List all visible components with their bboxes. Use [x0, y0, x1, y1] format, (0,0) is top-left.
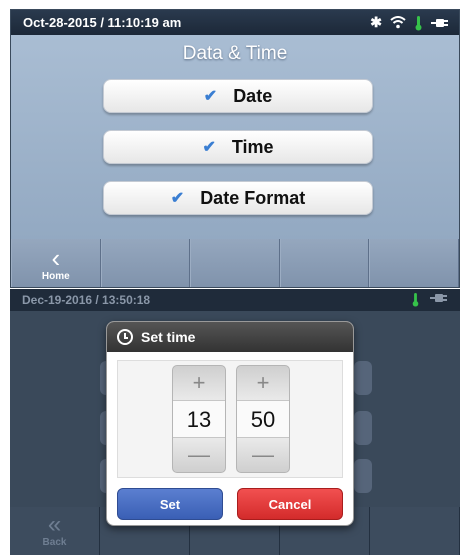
minute-spinner: + 50 — — [236, 365, 290, 473]
status-datetime: Dec-19-2016 / 13:50:18 — [22, 293, 151, 307]
option-label: Date Format — [200, 187, 306, 208]
nav-slot — [370, 507, 460, 555]
option-label: Date — [233, 85, 273, 106]
cancel-button[interactable]: Cancel — [237, 488, 343, 520]
option-label: Time — [231, 136, 274, 157]
hour-spinner: + 13 — — [172, 365, 226, 473]
nav-slot — [279, 239, 370, 287]
dimmed-option-button — [354, 361, 372, 395]
set-time-dialog: Set time + 13 — + 50 — Set Cancel — [106, 321, 354, 526]
wifi-icon — [390, 16, 406, 29]
status-bar: Dec-19-2016 / 13:50:18 — [10, 289, 460, 311]
bottom-nav: ‹ Home — [11, 239, 459, 287]
back-button[interactable]: « Back — [10, 507, 100, 555]
minute-value[interactable]: 50 — [237, 400, 289, 438]
nav-slot — [100, 239, 191, 287]
dimmed-option-button — [354, 411, 372, 445]
status-datetime: Oct-28-2015 / 11:10:19 am — [23, 15, 182, 30]
dialog-title: Set time — [141, 329, 196, 345]
set-button[interactable]: Set — [117, 488, 223, 520]
double-chevron-left-icon: « — [47, 511, 62, 538]
nav-slot — [190, 239, 280, 287]
plug-icon — [430, 294, 447, 302]
hour-value[interactable]: 13 — [173, 400, 225, 438]
dimmed-option-button — [354, 459, 372, 493]
status-icons: ✱ — [370, 14, 449, 31]
time-picker: + 13 — + 50 — — [117, 360, 343, 478]
hour-decrement-button[interactable]: — — [188, 438, 210, 472]
thermometer-icon — [412, 292, 419, 307]
checkmark-icon: ✔ — [202, 139, 216, 156]
checkmark-icon: ✔ — [170, 190, 185, 207]
thermometer-icon — [415, 15, 422, 30]
back-label: Back — [42, 537, 67, 548]
plug-icon — [431, 18, 448, 27]
dialog-header: Set time — [107, 322, 353, 352]
home-label: Home — [41, 271, 70, 282]
home-button[interactable]: ‹ Home — [11, 239, 101, 287]
clock-icon — [117, 329, 133, 345]
checkmark-icon: ✔ — [203, 88, 218, 105]
chevron-left-icon: ‹ — [51, 243, 61, 273]
nav-slot — [369, 239, 459, 287]
date-format-option-button[interactable]: ✔ Date Format — [103, 181, 373, 215]
status-bar: Oct-28-2015 / 11:10:19 am ✱ — [11, 10, 459, 35]
minute-decrement-button[interactable]: — — [252, 438, 274, 472]
settings-panel: Data & Time ✔ Date ✔ Time ✔ Date Format — [11, 35, 459, 239]
status-icons — [411, 292, 448, 307]
minute-increment-button[interactable]: + — [257, 366, 270, 400]
hour-increment-button[interactable]: + — [193, 366, 206, 400]
time-option-button[interactable]: ✔ Time — [103, 130, 373, 164]
date-time-settings-screen: Oct-28-2015 / 11:10:19 am ✱ Data & Time — [10, 9, 460, 288]
date-option-button[interactable]: ✔ Date — [103, 79, 373, 113]
bluetooth-icon: ✱ — [370, 14, 382, 30]
page-title: Data & Time — [182, 43, 288, 64]
